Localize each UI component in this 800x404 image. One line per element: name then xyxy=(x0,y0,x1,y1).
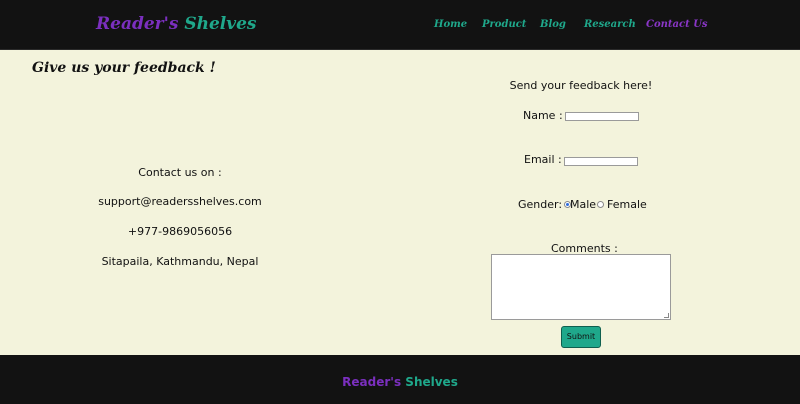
contact-phone: +977-9869056056 xyxy=(127,225,233,238)
name-label: Name : xyxy=(523,109,563,122)
gender-female-radio[interactable] xyxy=(597,201,604,208)
form-heading: Send your feedback here! xyxy=(509,79,653,92)
nav-blog[interactable]: Blog xyxy=(540,19,566,30)
gender-male-label: Male xyxy=(570,198,597,211)
nav-home[interactable]: Home xyxy=(434,19,467,30)
feedback-title: Give us your feedback ! xyxy=(32,60,216,76)
top-nav-bar: Reader's Shelves Home Product Blog Resea… xyxy=(0,0,800,50)
email-input[interactable] xyxy=(564,157,638,166)
submit-button[interactable]: Submit xyxy=(561,326,601,348)
contact-email: support@readersshelves.com xyxy=(98,195,262,208)
main-nav: Home Product Blog Research Contact Us xyxy=(0,19,800,33)
resize-handle-icon[interactable] xyxy=(664,313,669,318)
footer-social-icons xyxy=(366,400,436,404)
comments-textarea[interactable] xyxy=(491,254,671,320)
footer-brand-part1: Reader's xyxy=(342,375,402,389)
email-label: Email : xyxy=(524,153,562,166)
nav-contact-us[interactable]: Contact Us xyxy=(646,19,708,30)
contact-address: Sitapaila, Kathmandu, Nepal xyxy=(101,255,259,268)
gender-female-label: Female xyxy=(607,198,647,211)
nav-product[interactable]: Product xyxy=(482,19,526,30)
contact-heading: Contact us on : xyxy=(138,166,222,179)
nav-research[interactable]: Research xyxy=(584,19,636,30)
name-input[interactable] xyxy=(565,112,639,121)
footer-brand: Reader's Shelves xyxy=(0,375,800,389)
gender-label: Gender: xyxy=(518,198,563,211)
footer: Reader's Shelves xyxy=(0,355,800,404)
footer-brand-part2: Shelves xyxy=(405,375,458,389)
